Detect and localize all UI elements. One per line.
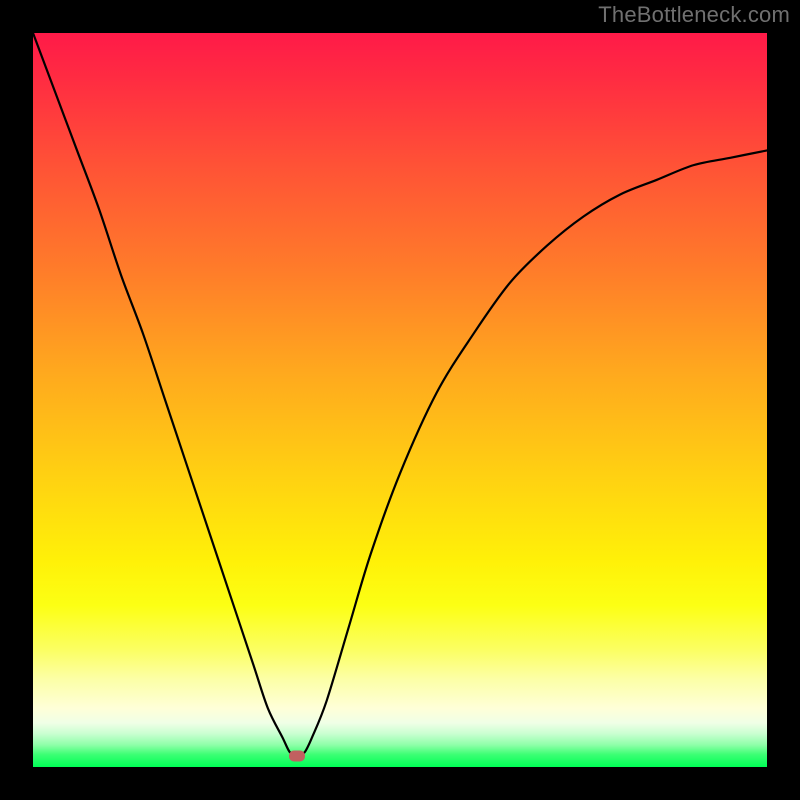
bottleneck-marker [289,750,305,761]
watermark-text: TheBottleneck.com [598,2,790,28]
chart-frame: TheBottleneck.com [0,0,800,800]
plot-area [33,33,767,767]
bottleneck-curve [33,33,767,767]
